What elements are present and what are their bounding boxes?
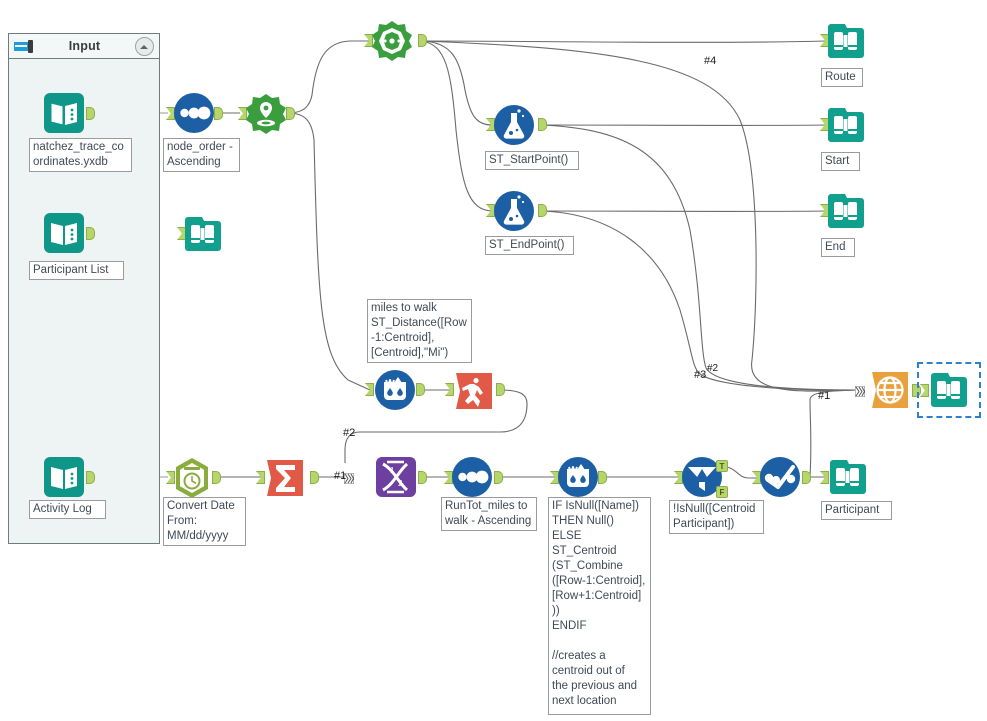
- running-total-icon: [456, 373, 492, 409]
- connection-label-4: #4: [704, 55, 717, 67]
- output-anchor[interactable]: [538, 204, 547, 217]
- tool-container-title: Input: [68, 39, 101, 53]
- svg-text:1: 1: [390, 466, 395, 475]
- tool-union[interactable]: 1 2: [374, 455, 418, 499]
- tool-label-browse-route: Route: [821, 68, 863, 87]
- browse-binoculars-icon: [931, 373, 967, 407]
- output-anchor[interactable]: [86, 227, 95, 240]
- filter-false-anchor[interactable]: F: [716, 486, 728, 498]
- browse-binoculars-icon: [185, 217, 221, 251]
- multi-row-formula-icon: [375, 370, 415, 410]
- tool-formula-endpoint[interactable]: [492, 189, 536, 233]
- output-anchor[interactable]: [538, 118, 547, 131]
- sort-icon: [452, 457, 492, 497]
- tool-label-sort-runtot: RunTot_miles to walk - Ascending: [441, 497, 537, 531]
- tool-label-browse-end: End: [821, 238, 855, 257]
- input-data-icon: [44, 93, 84, 133]
- sort-icon: [174, 93, 214, 133]
- tool-input-participant-list[interactable]: [42, 211, 86, 255]
- tool-poly-build[interactable]: [370, 19, 414, 63]
- connection-label-2-left: #2: [343, 427, 356, 439]
- multi-input-anchor[interactable]: [854, 384, 866, 398]
- output-anchor[interactable]: [310, 471, 319, 484]
- output-anchor[interactable]: [214, 107, 223, 120]
- workflow-canvas[interactable]: Input natchez_trace_co ordinates.yxdb no…: [0, 0, 987, 721]
- tool-browse-route[interactable]: [826, 21, 866, 61]
- datetime-clock-icon: [176, 458, 208, 498]
- tool-label-datetime-convert: Convert Date From: MM/dd/yyyy: [163, 497, 246, 546]
- tool-running-total-upper[interactable]: [452, 369, 496, 413]
- tool-input-activity-log[interactable]: [42, 455, 86, 499]
- tool-label-input-natchez: natchez_trace_co ordinates.yxdb: [29, 138, 132, 172]
- tool-input-natchez[interactable]: [42, 91, 86, 135]
- output-anchor[interactable]: [212, 471, 221, 484]
- tool-label-filter-centroid: !IsNull([Centroid Participant]): [669, 500, 764, 534]
- output-anchor[interactable]: [416, 383, 425, 396]
- tool-multirow-miles[interactable]: [373, 368, 417, 412]
- tool-label-input-activity-log: Activity Log: [29, 500, 106, 519]
- tool-summarize[interactable]: [263, 456, 307, 500]
- multi-row-formula-icon: [558, 457, 598, 497]
- browse-binoculars-icon: [828, 108, 864, 142]
- svg-text:2: 2: [398, 479, 403, 488]
- browse-binoculars-icon: [830, 460, 866, 494]
- spatial-formula-flask-icon: [494, 105, 534, 145]
- spatial-formula-flask-icon: [494, 191, 534, 231]
- union-icon: 1 2: [376, 457, 416, 497]
- connection-label-1-right: #1: [818, 390, 831, 402]
- connection-label-3: #3: [694, 369, 707, 381]
- output-anchor[interactable]: [418, 471, 427, 484]
- tool-create-points[interactable]: [244, 92, 288, 136]
- input-data-icon: [44, 457, 84, 497]
- connection-label-1-left: #1: [334, 470, 347, 482]
- tool-label-input-participant-list: Participant List: [29, 261, 124, 280]
- tool-select-records[interactable]: [758, 455, 802, 499]
- tool-sort-runtot[interactable]: [450, 455, 494, 499]
- tool-join-globe[interactable]: [868, 368, 912, 412]
- output-anchor[interactable]: [418, 34, 427, 47]
- tool-sort-node-order[interactable]: [172, 91, 216, 135]
- summarize-sigma-icon: [267, 460, 303, 496]
- tool-browse-selected[interactable]: [929, 370, 969, 410]
- tool-label-multirow-centroid: IF IsNull([Name]) THEN Null() ELSE ST_Ce…: [548, 497, 651, 715]
- output-anchor[interactable]: [802, 471, 811, 484]
- tool-browse-participant[interactable]: [828, 457, 868, 497]
- tool-multirow-centroid[interactable]: [556, 455, 600, 499]
- output-anchor[interactable]: [286, 107, 295, 120]
- tool-label-multirow-miles: miles to walk ST_Distance([Row -1:Centro…: [367, 299, 472, 363]
- output-anchor[interactable]: [494, 471, 503, 484]
- output-anchor[interactable]: [86, 107, 95, 120]
- create-points-icon: [246, 94, 286, 134]
- output-anchor[interactable]: [496, 383, 505, 396]
- browse-binoculars-icon: [828, 24, 864, 58]
- tool-browse-start[interactable]: [826, 105, 866, 145]
- tool-browse-participant-list[interactable]: [183, 214, 223, 254]
- poly-build-icon: [372, 21, 412, 61]
- browse-binoculars-icon: [828, 194, 864, 228]
- select-checkmark-icon: [760, 457, 800, 497]
- tool-container-header[interactable]: Input: [9, 34, 159, 59]
- tool-browse-end[interactable]: [826, 191, 866, 231]
- tool-label-browse-start: Start: [821, 152, 860, 171]
- connection-label-2-upper: #2: [707, 363, 719, 374]
- tool-label-formula-startpoint: ST_StartPoint(): [485, 151, 579, 170]
- tool-label-formula-endpoint: ST_EndPoint(): [485, 236, 574, 255]
- output-anchor[interactable]: [598, 471, 607, 484]
- tool-label-sort-node-order: node_order - Ascending: [163, 138, 240, 172]
- globe-icon: [872, 372, 908, 408]
- tool-datetime-convert[interactable]: [170, 456, 214, 500]
- input-data-icon: [44, 213, 84, 253]
- tool-label-browse-participant: Participant: [821, 501, 892, 520]
- tool-container-icon: [14, 39, 34, 53]
- output-anchor[interactable]: [86, 471, 95, 484]
- chevron-up-icon[interactable]: [135, 36, 154, 56]
- filter-true-anchor[interactable]: T: [716, 460, 728, 472]
- tool-formula-startpoint[interactable]: [492, 103, 536, 147]
